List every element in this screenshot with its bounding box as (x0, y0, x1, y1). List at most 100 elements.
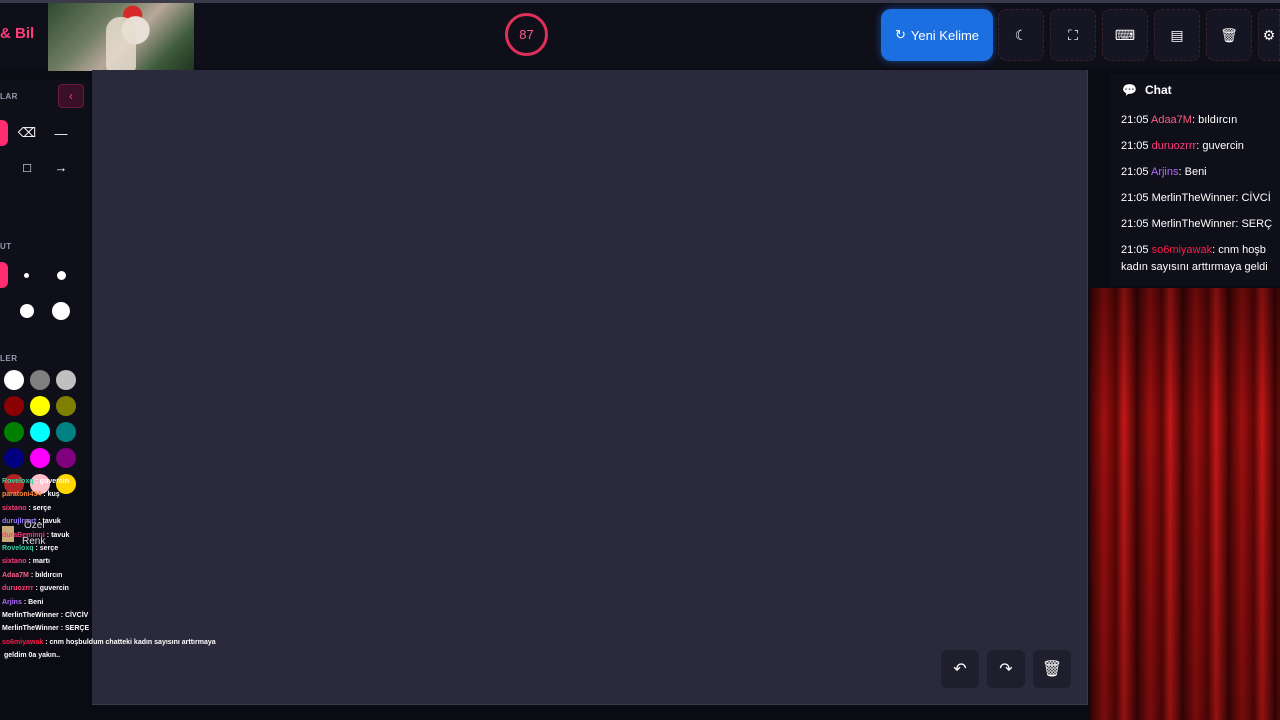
undo-icon: ↶ (953, 661, 967, 678)
collapse-panel-button[interactable]: ‹ (58, 84, 84, 108)
arrow-right-icon: → (54, 159, 68, 175)
delete-button[interactable]: 🗑 (1206, 9, 1252, 61)
mini-chat-text: : kuş (43, 491, 60, 499)
mini-chat-line: geldim 0a yakın.. (2, 652, 60, 659)
mini-chat-line: sixtano: serçe (2, 505, 51, 512)
brush-size-medium[interactable] (57, 271, 66, 280)
chat-message: 21:05 Arjins: Beni (1121, 164, 1207, 181)
mini-chat-text: : cnm hoşbuldum chatteki kadın sayısını … (45, 638, 216, 646)
color-swatch[interactable] (30, 370, 50, 390)
arrow-tool[interactable]: → (48, 154, 74, 180)
eraser-tool[interactable]: ⌫ (14, 120, 40, 146)
drawing-canvas[interactable] (92, 70, 1088, 705)
chat-username: so6miyawak (1151, 244, 1213, 256)
color-swatch[interactable] (4, 422, 24, 442)
square-icon: □ (23, 159, 31, 175)
rectangle-tool[interactable]: □ (14, 154, 40, 180)
redo-icon: ↷ (999, 661, 1013, 678)
brush-size-large[interactable] (20, 304, 34, 318)
settings-button[interactable]: ⚙ (1258, 9, 1280, 61)
archive-button[interactable]: ▤ (1154, 9, 1200, 61)
chat-text: : Beni (1178, 166, 1207, 178)
color-swatch[interactable] (56, 448, 76, 468)
comments-icon: 💬 (1122, 83, 1137, 97)
keyboard-button[interactable]: ⌨ (1102, 9, 1148, 61)
chat-message: 21:05 Adaa7M: bıldırcın (1121, 112, 1237, 129)
mini-chat-username: sixtano (2, 504, 27, 512)
color-swatch[interactable] (4, 448, 24, 468)
mini-chat-line: Arjins: Beni (2, 599, 43, 606)
mini-chat-username: duruozrrr (2, 585, 34, 593)
chevron-left-icon: ‹ (69, 89, 73, 103)
mini-chat-username: sixtano (2, 558, 27, 566)
chat-username: MerlinTheWinner (1151, 218, 1236, 230)
chat-text: : guvercin (1196, 140, 1244, 152)
tools-section-label: LAR (0, 92, 18, 101)
brand-title: & Bil (0, 25, 35, 42)
top-bar: & Bil 87 ↻ Yeni Kelime ☾ ⛶ ⌨ ▤ 🗑 ⚙ (0, 0, 1280, 71)
color-swatch[interactable] (30, 422, 50, 442)
keyboard-icon: ⌨ (1114, 26, 1136, 43)
brush-size-small[interactable] (24, 273, 29, 278)
mini-chat-text: : guvercin (35, 585, 69, 593)
mini-chat-username: durujlrrprt (2, 518, 37, 526)
eraser-icon: ⌫ (17, 125, 37, 140)
color-swatch[interactable] (4, 370, 24, 390)
color-swatch[interactable] (30, 396, 50, 416)
mini-chat-line: Adaa7M: bıldırcın (2, 572, 62, 579)
mini-chat-text: geldim 0a yakın.. (4, 652, 61, 660)
trash-icon: 🗑 (1220, 26, 1238, 43)
mini-chat-line: Roveloxq: guvercin (2, 478, 69, 485)
mini-chat-line: so6miyawak: cnm hoşbuldum chatteki kadın… (2, 639, 216, 646)
brush-size-xlarge[interactable] (52, 302, 70, 320)
moon-icon: ☾ (1014, 26, 1028, 43)
mini-chat-username: Roveloxq (2, 545, 34, 552)
dark-mode-button[interactable]: ☾ (998, 9, 1044, 61)
chat-text: : cnm hoşb (1212, 244, 1266, 256)
color-swatch[interactable] (56, 370, 76, 390)
mini-chat-text: : guvercin (35, 478, 69, 485)
mini-chat-text: : martı (28, 558, 50, 566)
mini-chat-text: : tavuk (38, 518, 61, 526)
app-root: & Bil 87 ↻ Yeni Kelime ☾ ⛶ ⌨ ▤ 🗑 ⚙ ↶ ↷ 🗑… (0, 0, 1280, 720)
undo-button[interactable]: ↶ (941, 650, 979, 688)
mini-chat-line: duruozrrr: guvercin (2, 585, 69, 592)
mini-chat-text: : CİVCİV (60, 612, 89, 619)
mini-chat-username: MerlinTheWinner (2, 612, 59, 619)
chat-message: 21:05 so6miyawak: cnm hoşb kadın sayısını… (1121, 242, 1268, 276)
mini-chat-username: so6miyawak (2, 638, 44, 646)
pen-tool-active[interactable] (0, 120, 8, 146)
chat-text: : SERÇ (1235, 218, 1273, 230)
chat-timestamp: 21:05 (1121, 140, 1152, 152)
new-word-button[interactable]: ↻ Yeni Kelime (881, 9, 993, 61)
clear-canvas-button[interactable]: 🗑 (1033, 650, 1071, 688)
color-swatch[interactable] (4, 396, 24, 416)
chat-username: MerlinTheWinner (1151, 192, 1236, 204)
chat-username: Arjins (1150, 166, 1179, 178)
mini-chat-text: : serçe (35, 545, 59, 552)
mini-chat-overlay: Roveloxq: guvercin paratoni434: kuş sixtan… (0, 476, 240, 666)
mini-chat-username: MerlinTheWinner (2, 625, 59, 633)
new-word-label: Yeni Kelime (910, 27, 980, 43)
mini-chat-line: MerlinTheWinner: CİVCİV (2, 612, 88, 619)
round-timer: 87 (505, 13, 548, 56)
chat-timestamp: 21:05 (1121, 114, 1151, 126)
chat-message: 21:05 MerlinTheWinner: CİVCİ (1121, 190, 1271, 207)
chat-timestamp: 21:05 (1121, 244, 1152, 256)
color-swatch[interactable] (56, 396, 76, 416)
redo-button[interactable]: ↷ (987, 650, 1025, 688)
mini-chat-line: duraBeminni: tavuk (2, 532, 69, 539)
refresh-icon: ↻ (894, 27, 906, 42)
line-tool[interactable]: — (48, 120, 74, 146)
streamer-cam-thumbnail (48, 3, 194, 71)
fullscreen-button[interactable]: ⛶ (1050, 9, 1096, 61)
color-swatch[interactable] (56, 422, 76, 442)
color-swatch[interactable] (30, 448, 50, 468)
size-section-label: UT (0, 242, 12, 251)
bottom-strip (0, 706, 1090, 720)
mini-chat-line: sixtano: martı (2, 558, 50, 565)
chat-panel: 💬 Chat 21:05 Adaa7M: bıldırcın 21:05 duru… (1110, 74, 1280, 286)
stage-curtain-image (1090, 288, 1280, 720)
mini-chat-line: MerlinTheWinner: SERÇE (2, 625, 89, 632)
brush-size-active[interactable] (0, 262, 8, 288)
